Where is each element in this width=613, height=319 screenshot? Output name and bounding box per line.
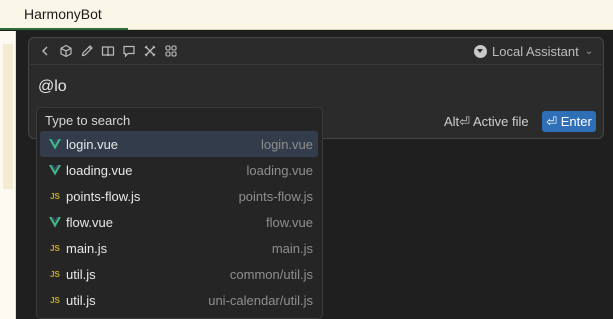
assistant-label: Local Assistant <box>492 43 579 59</box>
assistant-icon <box>474 44 487 58</box>
grid-icon[interactable] <box>164 44 178 58</box>
js-file-icon: JS <box>50 295 60 305</box>
dropdown-item[interactable]: JS util.js uni-calendar/util.js <box>40 287 318 313</box>
dropdown-header: Type to search <box>45 113 131 128</box>
vue-file-icon <box>49 164 61 176</box>
file-path: uni-calendar/util.js <box>208 292 313 308</box>
dropdown-item[interactable]: JS points-flow.js points-flow.js <box>40 183 318 209</box>
chat-input[interactable]: @lo <box>38 78 67 100</box>
gutter-highlight <box>3 44 13 189</box>
dropdown-item[interactable]: loading.vue loading.vue <box>40 157 318 183</box>
window-title: HarmonyBot <box>24 6 102 22</box>
vue-file-icon <box>49 138 61 150</box>
file-name: main.js <box>66 240 108 256</box>
active-file-shortcut[interactable]: Alt⏎ Active file <box>444 114 529 130</box>
file-name: flow.vue <box>66 214 113 230</box>
file-path: points-flow.js <box>238 188 313 204</box>
file-path: login.vue <box>260 136 313 152</box>
pencil-icon[interactable] <box>80 44 94 58</box>
dropdown-item[interactable]: login.vue login.vue <box>40 131 318 157</box>
chevron-down-icon: ⌄ <box>584 45 594 57</box>
window-tab[interactable]: HarmonyBot <box>0 0 128 30</box>
file-name: loading.vue <box>66 162 133 178</box>
file-path: main.js <box>271 240 313 256</box>
dropdown-item[interactable]: JS util.js common/util.js <box>40 261 318 287</box>
enter-button[interactable]: ⏎ Enter <box>542 111 596 132</box>
file-name: points-flow.js <box>66 188 141 204</box>
file-path: flow.vue <box>266 214 313 230</box>
file-path: common/util.js <box>229 266 313 282</box>
file-name: util.js <box>66 266 96 282</box>
comment-icon[interactable] <box>122 44 136 58</box>
js-file-icon: JS <box>50 191 60 201</box>
js-file-icon: JS <box>50 269 60 279</box>
title-bar: HarmonyBot <box>0 0 613 30</box>
file-name: util.js <box>66 292 96 308</box>
js-file-icon: JS <box>50 243 60 253</box>
dropdown-item[interactable]: JS main.js main.js <box>40 235 318 261</box>
chevron-left-icon[interactable] <box>38 44 52 58</box>
assistant-selector[interactable]: Local Assistant ⌄ <box>474 40 598 62</box>
left-gutter <box>0 31 16 319</box>
tools-icon[interactable] <box>143 44 157 58</box>
file-path: loading.vue <box>246 162 314 178</box>
file-name: login.vue <box>66 136 119 152</box>
cube-icon[interactable] <box>59 44 73 58</box>
chat-toolbar: Local Assistant ⌄ <box>28 37 604 65</box>
book-icon[interactable] <box>101 44 115 58</box>
vue-file-icon <box>49 216 61 228</box>
dropdown-item[interactable]: flow.vue flow.vue <box>40 209 318 235</box>
